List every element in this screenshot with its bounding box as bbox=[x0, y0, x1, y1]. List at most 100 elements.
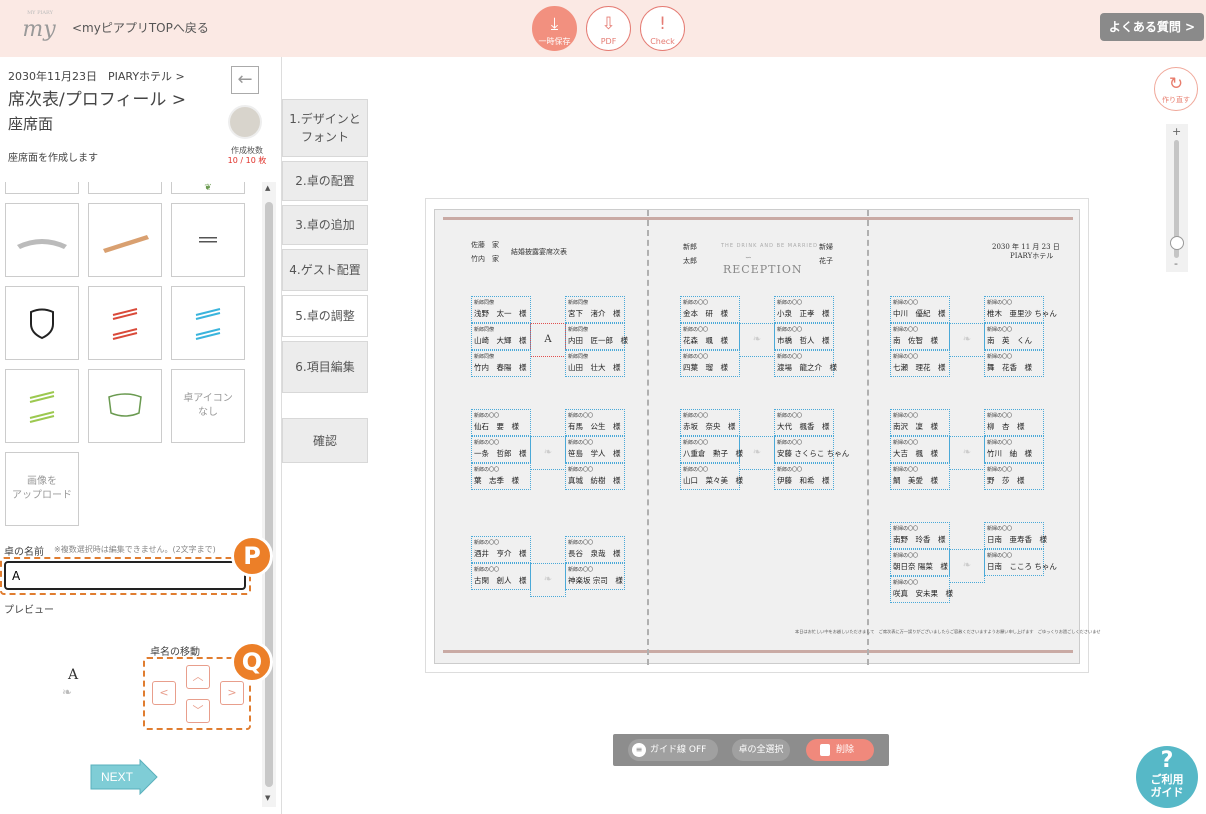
step-table-adjust[interactable]: 5.卓の調整 bbox=[282, 295, 368, 337]
step-guest-placement[interactable]: 4.ゲスト配置 bbox=[282, 249, 368, 291]
guest-card[interactable]: 新郎の〇〇 一条 哲郎 様 bbox=[471, 436, 531, 463]
guest-card[interactable]: 新婦の〇〇 南沢 凜 様 bbox=[890, 409, 950, 436]
guest-card[interactable]: 新郎の〇〇 真城 紡樹 様 bbox=[565, 463, 625, 490]
zoom-out-icon[interactable]: - bbox=[1174, 257, 1178, 270]
table-group[interactable]: ❧ 新婦の〇〇 南沢 凜 様 新婦の〇〇柳 杏 様新婦の〇〇 大吉 楓 様 新婦の〇〇 竹川… bbox=[890, 409, 1044, 491]
scroll-down-icon[interactable]: ▼ bbox=[265, 794, 270, 802]
step-table-placement[interactable]: 2.卓の配置 bbox=[282, 161, 368, 201]
guest-card[interactable]: 新婦の〇〇柳 杏 様 bbox=[984, 409, 1044, 436]
guest-card[interactable]: 新郎の〇〇 笹島 学人 様 bbox=[565, 436, 625, 463]
guest-card[interactable]: 新郎の〇〇 神楽坂 宗司 様 bbox=[565, 563, 625, 590]
usage-guide-button[interactable]: ? ご利用 ガイド bbox=[1136, 746, 1198, 808]
step-design-font[interactable]: 1.デザインと フォント bbox=[282, 99, 368, 157]
guest-card[interactable]: 新婦の〇〇舞 花香 様 bbox=[984, 350, 1044, 377]
guest-card[interactable]: 新郎の〇〇 安藤 さくらこ ちゃん bbox=[774, 436, 849, 463]
move-down-button[interactable]: ﹀ bbox=[186, 699, 210, 723]
confirm-button[interactable]: 確認 bbox=[282, 418, 368, 463]
table-group[interactable]: ❧ 新郎の〇〇 金本 研 様新郎の〇〇 小泉 正孝 様新郎の〇〇 花森 颯 様新郎の〇〇… bbox=[680, 296, 837, 378]
table-leaf-icon[interactable]: ❧ bbox=[530, 436, 566, 470]
table-icon-ribbon-gray[interactable] bbox=[5, 203, 79, 277]
guest-card[interactable]: 新郎の〇〇 古閑 創人 様 bbox=[471, 563, 531, 590]
guest-card[interactable]: 新婦の〇〇 竹川 紬 様 bbox=[984, 436, 1044, 463]
table-leaf-icon[interactable]: ❧ bbox=[949, 436, 985, 470]
guest-card[interactable]: 新郎の〇〇 酒井 亨介 様 bbox=[471, 536, 531, 563]
guest-card[interactable]: 新郎の〇〇 四葉 瑠 様 bbox=[680, 350, 740, 377]
save-temp-button[interactable]: ⤓ 一時保存 bbox=[532, 6, 577, 51]
guest-card[interactable]: 新婦の〇〇 大吉 楓 様 bbox=[890, 436, 950, 463]
back-arrow-button[interactable]: ← bbox=[231, 66, 259, 94]
guest-card[interactable]: 新郎の〇〇葉 志季 様 bbox=[471, 463, 531, 490]
guest-card[interactable]: 新郎の〇〇 花森 颯 様 bbox=[680, 323, 740, 350]
guest-card[interactable]: 新婦の〇〇鯛 美愛 様 bbox=[890, 463, 950, 490]
table-icon-option[interactable] bbox=[5, 182, 79, 194]
select-all-tables-button[interactable]: 卓の全選択 bbox=[732, 739, 790, 761]
faq-button[interactable]: よくある質問 > bbox=[1100, 13, 1204, 41]
guest-card[interactable]: 新婦の〇〇 日南 こころ ちゃん bbox=[984, 549, 1057, 576]
table-icon-option[interactable] bbox=[88, 182, 162, 194]
delete-button[interactable]: 削除 bbox=[806, 739, 874, 761]
pdf-button[interactable]: ⇩ PDF bbox=[586, 6, 631, 51]
table-leaf-icon[interactable]: ❧ bbox=[949, 323, 985, 357]
guest-card[interactable]: 新婦の〇〇南 佐智 様 bbox=[890, 323, 950, 350]
guest-card[interactable]: 新郎の〇〇 小泉 正孝 様 bbox=[774, 296, 834, 323]
next-button[interactable]: NEXT bbox=[90, 758, 158, 796]
guide-toggle[interactable]: ≡ ガイド線 OFF bbox=[628, 739, 718, 761]
check-button[interactable]: ! Check bbox=[640, 6, 685, 51]
guest-card[interactable]: 新郎同僚 山崎 大輝 様 bbox=[471, 323, 531, 350]
guest-card[interactable]: 新郎同僚 竹内 春陽 様 bbox=[471, 350, 531, 377]
zoom-slider[interactable]: + - bbox=[1166, 124, 1188, 272]
guest-card[interactable]: 新郎の〇〇 赤坂 奈央 様 bbox=[680, 409, 740, 436]
table-icon-ribbon-floral[interactable] bbox=[88, 203, 162, 277]
table-icon-shield[interactable] bbox=[5, 286, 79, 360]
table-marker[interactable]: A bbox=[530, 323, 566, 357]
table-icon-option[interactable]: ❦ bbox=[171, 182, 245, 194]
guest-card[interactable]: 新郎の〇〇 有馬 公生 様 bbox=[565, 409, 625, 436]
event-breadcrumb[interactable]: 2030年11月23日 PIARYホテル > bbox=[8, 68, 185, 84]
guest-card[interactable]: 新婦の〇〇 椎木 亜里沙 ちゃん bbox=[984, 296, 1057, 323]
guest-card[interactable]: 新婦の〇〇 南野 玲香 様 bbox=[890, 522, 950, 549]
table-icon-red-lines[interactable] bbox=[88, 286, 162, 360]
guest-card[interactable]: 新婦の〇〇 日南 亜寿香 様 bbox=[984, 522, 1047, 549]
zoom-knob[interactable] bbox=[1170, 236, 1184, 250]
guest-card[interactable]: 新郎の〇〇 渡場 龍之介 様 bbox=[774, 350, 837, 377]
upload-image-button[interactable]: 画像を アップロード bbox=[5, 452, 79, 526]
table-icon-green-frame[interactable] bbox=[88, 369, 162, 443]
guest-card[interactable]: 新郎の〇〇 山口 菜々美 様 bbox=[680, 463, 743, 490]
redo-button[interactable]: ↻ 作り直す bbox=[1154, 67, 1198, 111]
table-group[interactable]: ❧ 新郎の〇〇 仙石 要 様新郎の〇〇 有馬 公生 様新郎の〇〇 一条 哲郎 様新郎の〇… bbox=[471, 409, 625, 491]
guest-card[interactable]: 新郎同僚 内田 匠一郎 様 bbox=[565, 323, 628, 350]
move-up-button[interactable]: ︿ bbox=[186, 665, 210, 689]
scroll-up-icon[interactable]: ▲ bbox=[265, 184, 270, 192]
guest-card[interactable]: 新郎の〇〇 金本 研 様 bbox=[680, 296, 740, 323]
step-add-table[interactable]: 3.卓の追加 bbox=[282, 205, 368, 245]
no-table-icon-option[interactable]: 卓アイコン なし bbox=[171, 369, 245, 443]
guest-card[interactable]: 新郎の〇〇 八重倉 勲子 様 bbox=[680, 436, 743, 463]
guest-card[interactable]: 新婦の〇〇 中川 優紀 様 bbox=[890, 296, 950, 323]
guest-card[interactable]: 新郎同僚 宮下 渚介 様 bbox=[565, 296, 625, 323]
table-group[interactable]: ❧ 新婦の〇〇 南野 玲香 様 新婦の〇〇 日南 亜寿香 様新婦の〇〇 朝日奈 陽菜 様 新… bbox=[890, 522, 1057, 604]
panel-scrollbar[interactable]: ▲ ▼ bbox=[262, 182, 276, 807]
guest-card[interactable]: 新婦の〇〇 七瀬 理花 様 bbox=[890, 350, 950, 377]
table-leaf-icon[interactable]: ❧ bbox=[530, 563, 566, 597]
guest-card[interactable]: 新郎の〇〇 仙石 要 様 bbox=[471, 409, 531, 436]
table-leaf-icon[interactable]: ❧ bbox=[739, 323, 775, 357]
move-right-button[interactable]: > bbox=[220, 681, 244, 705]
table-leaf-icon[interactable]: ❧ bbox=[739, 436, 775, 470]
table-leaf-icon[interactable]: ❧ bbox=[949, 549, 985, 583]
table-group[interactable]: ❧ 新郎の〇〇 酒井 亨介 様 新郎の〇〇 長谷 泉哉 様新郎の〇〇 古閑 創人 様 新郎の… bbox=[471, 536, 625, 618]
table-name-input[interactable] bbox=[4, 561, 246, 590]
guest-card[interactable]: 新郎の〇〇 市橋 哲人 様 bbox=[774, 323, 834, 350]
table-group[interactable]: A 新郎同僚 浅野 太一 様新郎同僚 宮下 渚介 様新郎同僚 山崎 大輝 様新郎同僚 内田… bbox=[471, 296, 628, 378]
step-item-edit[interactable]: 6.項目編集 bbox=[282, 341, 368, 393]
back-to-top-link[interactable]: <myピアプリTOPへ戻る bbox=[72, 19, 209, 36]
guest-card[interactable]: 新婦の〇〇野 莎 様 bbox=[984, 463, 1044, 490]
table-group[interactable]: ❧ 新婦の〇〇 中川 優紀 様新婦の〇〇 椎木 亜里沙 ちゃん 新婦の〇〇南 佐智 様新… bbox=[890, 296, 1057, 378]
app-logo[interactable]: MY PIARY my bbox=[18, 8, 60, 50]
zoom-in-icon[interactable]: + bbox=[1172, 125, 1181, 138]
table-group[interactable]: ❧ 新郎の〇〇 赤坂 奈央 様新郎の〇〇 大代 楓香 様新郎の〇〇 八重倉 勲子 様新郎… bbox=[680, 409, 849, 491]
guest-card[interactable]: 新婦の〇〇 朝日奈 陽菜 様 bbox=[890, 549, 950, 576]
guest-card[interactable]: 新婦の〇〇南 英 くん bbox=[984, 323, 1044, 350]
table-icon-double-line[interactable] bbox=[171, 203, 245, 277]
section-breadcrumb[interactable]: 席次表/プロフィール > bbox=[8, 85, 186, 110]
guest-card[interactable]: 新郎の〇〇 長谷 泉哉 様 bbox=[565, 536, 625, 563]
